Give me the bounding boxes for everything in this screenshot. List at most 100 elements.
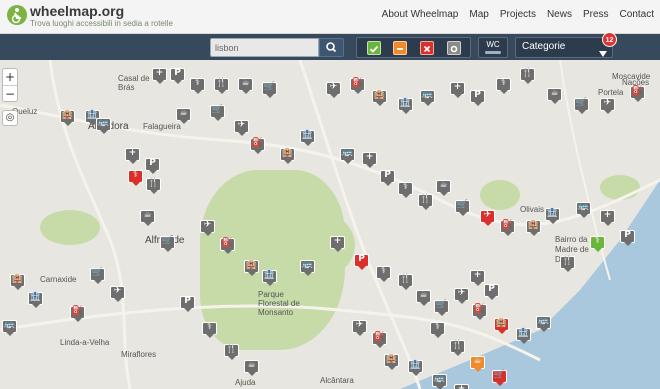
poi-marker[interactable]: ⚕ <box>128 170 143 187</box>
poi-marker[interactable]: 🛒 <box>160 236 175 253</box>
poi-marker[interactable]: + <box>330 236 345 253</box>
poi-marker[interactable]: 🏨 <box>384 354 399 371</box>
search-input[interactable] <box>210 38 319 57</box>
poi-marker[interactable]: 🏦 <box>300 130 315 147</box>
poi-marker[interactable]: 🚌 <box>536 316 551 333</box>
poi-marker[interactable]: 🚌 <box>420 90 435 107</box>
poi-marker[interactable]: ☕ <box>416 290 431 307</box>
zoom-in-button[interactable]: + <box>3 69 17 85</box>
poi-marker[interactable]: ⛽ <box>372 332 387 349</box>
poi-marker[interactable]: 🚌 <box>96 118 111 135</box>
poi-marker[interactable]: ⛽ <box>500 220 515 237</box>
poi-marker[interactable]: P <box>180 296 195 313</box>
poi-marker[interactable]: 🛒 <box>262 82 277 99</box>
poi-marker[interactable]: ⛽ <box>630 86 645 103</box>
poi-marker[interactable]: ✈ <box>234 120 249 137</box>
poi-marker[interactable]: 🚌 <box>300 260 315 277</box>
poi-marker[interactable]: ☕ <box>176 108 191 125</box>
poi-marker[interactable]: ☕ <box>140 210 155 227</box>
poi-marker[interactable]: ⛽ <box>250 138 265 155</box>
poi-marker[interactable]: 🍴 <box>398 274 413 291</box>
filter-not-accessible-button[interactable] <box>420 41 434 55</box>
poi-marker[interactable]: ☕ <box>244 360 259 377</box>
poi-marker[interactable]: P <box>620 230 635 247</box>
poi-marker[interactable]: 🛒 <box>434 300 449 317</box>
poi-marker[interactable]: 🍴 <box>214 78 229 95</box>
poi-marker[interactable]: 🚌 <box>432 374 447 389</box>
poi-marker[interactable]: P <box>380 170 395 187</box>
zoom-out-button[interactable]: − <box>3 86 17 102</box>
map-canvas[interactable]: Casal de São Brás Queluz Amadora Falague… <box>0 60 660 389</box>
poi-marker[interactable]: ✈ <box>326 82 341 99</box>
poi-marker[interactable]: 🛒 <box>574 98 589 115</box>
poi-marker[interactable]: ⚕ <box>202 322 217 339</box>
poi-marker[interactable]: 🏦 <box>516 328 531 345</box>
poi-marker[interactable]: 🍴 <box>224 344 239 361</box>
poi-marker[interactable]: P <box>170 68 185 85</box>
poi-marker[interactable]: 🛒 <box>90 268 105 285</box>
poi-marker[interactable]: 🍴 <box>520 68 535 85</box>
poi-marker[interactable]: + <box>152 68 167 85</box>
nav-projects[interactable]: Projects <box>500 9 536 20</box>
poi-marker[interactable]: 🛒 <box>210 105 225 122</box>
poi-marker[interactable]: 🏨 <box>494 318 509 335</box>
nav-about[interactable]: About Wheelmap <box>382 9 459 20</box>
poi-marker[interactable]: + <box>125 148 140 165</box>
poi-marker[interactable]: + <box>362 152 377 169</box>
filter-limited-button[interactable] <box>393 41 407 55</box>
poi-marker[interactable]: 🏦 <box>398 98 413 115</box>
poi-marker[interactable]: 🏨 <box>10 274 25 291</box>
nav-contact[interactable]: Contact <box>620 9 654 20</box>
nav-press[interactable]: Press <box>583 9 609 20</box>
poi-marker[interactable]: 🏦 <box>545 208 560 225</box>
poi-marker[interactable]: ⚕ <box>496 78 511 95</box>
poi-marker[interactable]: ⚕ <box>376 266 391 283</box>
poi-marker[interactable]: 🏨 <box>60 110 75 127</box>
poi-marker[interactable]: ☕ <box>436 180 451 197</box>
poi-marker[interactable]: ⛽ <box>350 78 365 95</box>
poi-marker[interactable]: P <box>470 90 485 107</box>
poi-marker[interactable]: ⛽ <box>70 306 85 323</box>
poi-marker[interactable]: + <box>454 384 469 389</box>
nav-map[interactable]: Map <box>469 9 488 20</box>
poi-marker[interactable]: 🛒 <box>455 200 470 217</box>
poi-marker[interactable]: ✈ <box>352 320 367 337</box>
poi-marker[interactable]: 🍴 <box>450 340 465 357</box>
filter-accessible-button[interactable] <box>367 41 381 55</box>
poi-marker[interactable]: 🍴 <box>146 178 161 195</box>
nav-news[interactable]: News <box>547 9 572 20</box>
poi-marker[interactable]: 🏨 <box>280 148 295 165</box>
poi-marker[interactable]: 🚌 <box>2 320 17 337</box>
poi-marker[interactable]: ⚕ <box>430 322 445 339</box>
poi-marker[interactable]: ☕ <box>470 356 485 373</box>
poi-marker[interactable]: 🍴 <box>418 194 433 211</box>
poi-marker[interactable]: 🏦 <box>262 270 277 287</box>
poi-marker[interactable]: ⛽ <box>472 304 487 321</box>
wc-filter-button[interactable]: WC <box>478 37 508 58</box>
poi-marker[interactable]: ☕ <box>238 78 253 95</box>
poi-marker[interactable]: ✈ <box>200 220 215 237</box>
poi-marker[interactable]: + <box>470 270 485 287</box>
poi-marker[interactable]: ⛽ <box>220 238 235 255</box>
locate-me-button[interactable]: ◎ <box>2 110 18 126</box>
poi-marker[interactable]: ☕ <box>547 88 562 105</box>
search-button[interactable] <box>319 38 344 57</box>
poi-marker[interactable]: ✈ <box>600 98 615 115</box>
poi-marker[interactable]: + <box>450 82 465 99</box>
categories-dropdown[interactable]: Categorie <box>515 37 613 58</box>
poi-marker[interactable]: 🏨 <box>244 260 259 277</box>
poi-marker[interactable]: 🚌 <box>576 202 591 219</box>
brand-name[interactable]: wheelmap.org <box>30 3 124 19</box>
wheelchair-logo-icon[interactable] <box>6 4 28 26</box>
poi-marker[interactable]: ✈ <box>480 210 495 227</box>
poi-marker[interactable]: ⚕ <box>398 182 413 199</box>
poi-marker[interactable]: 🛒 <box>492 370 507 387</box>
poi-marker[interactable]: 🚌 <box>340 148 355 165</box>
poi-marker[interactable]: + <box>600 210 615 227</box>
poi-marker[interactable]: P <box>484 284 499 301</box>
poi-marker[interactable]: ✈ <box>110 286 125 303</box>
poi-marker[interactable]: P <box>354 254 369 271</box>
poi-marker[interactable]: 🏦 <box>28 292 43 309</box>
poi-marker[interactable]: ⚕ <box>590 236 605 253</box>
poi-marker[interactable]: ✈ <box>454 288 469 305</box>
